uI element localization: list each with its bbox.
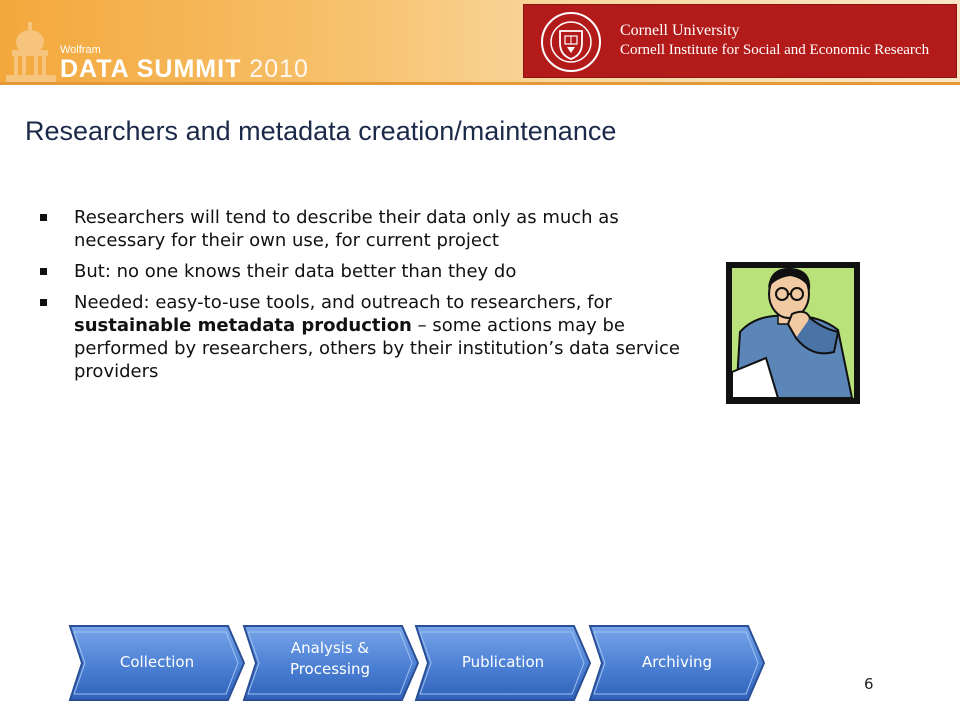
banner-divider	[0, 82, 960, 85]
bullet-square-icon	[40, 268, 47, 275]
bullet-square-icon	[40, 299, 47, 306]
flow-step-label: Collection	[119, 653, 195, 671]
cornell-logo-box: Cornell University Cornell Institute for…	[523, 4, 957, 78]
page-number: 6	[864, 675, 874, 693]
cornell-university-label: Cornell University	[620, 22, 740, 39]
summit-year: 2010	[249, 55, 309, 83]
capitol-dome-icon	[6, 22, 56, 82]
flow-step-analysis: Analysis & Processing	[242, 624, 420, 702]
bullet-text-pre: Needed: easy-to-use tools, and outreach …	[74, 292, 612, 313]
bullet-list: Researchers will tend to describe their …	[40, 206, 700, 391]
cornell-seal-icon	[541, 12, 601, 72]
summit-name: DATA SUMMIT	[60, 55, 242, 83]
bullet-text: Researchers will tend to describe their …	[74, 207, 619, 251]
cornell-institute-label: Cornell Institute for Social and Economi…	[620, 42, 930, 58]
bullet-text: But: no one knows their data better than…	[74, 261, 517, 282]
flow-step-label: Publication	[461, 653, 545, 671]
researcher-clipart-icon	[726, 262, 860, 404]
bullet-item: But: no one knows their data better than…	[40, 260, 700, 283]
flow-step-publication: Publication	[414, 624, 592, 702]
bullet-item: Needed: easy-to-use tools, and outreach …	[40, 291, 700, 383]
flow-step-label: Archiving	[641, 653, 713, 671]
bullet-square-icon	[40, 214, 47, 221]
bullet-item: Researchers will tend to describe their …	[40, 206, 700, 252]
flow-step-archiving: Archiving	[588, 624, 766, 702]
header-banner: Wolfram DATA SUMMIT 2010 Cornell Univers…	[0, 0, 960, 84]
bullet-text-bold: sustainable metadata production	[74, 315, 412, 336]
slide-title: Researchers and metadata creation/mainte…	[25, 116, 617, 146]
summit-logo-text: DATA SUMMIT 2010	[60, 55, 309, 84]
flow-step-label: Analysis & Processing	[289, 639, 371, 678]
flow-step-collection: Collection	[68, 624, 246, 702]
